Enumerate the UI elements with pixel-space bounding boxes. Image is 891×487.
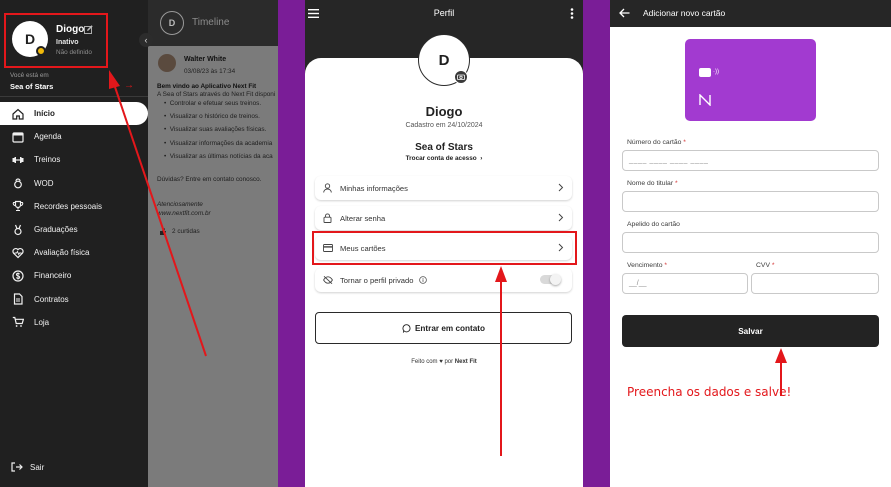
annotation-arrow [109, 70, 207, 357]
annotation-arrow [775, 348, 787, 396]
annotation-arrows [109, 70, 787, 456]
annotation-arrow [495, 266, 507, 456]
tutorial-screenshot: D Timeline Walter White 03/08/23 às 17:3… [0, 0, 891, 487]
